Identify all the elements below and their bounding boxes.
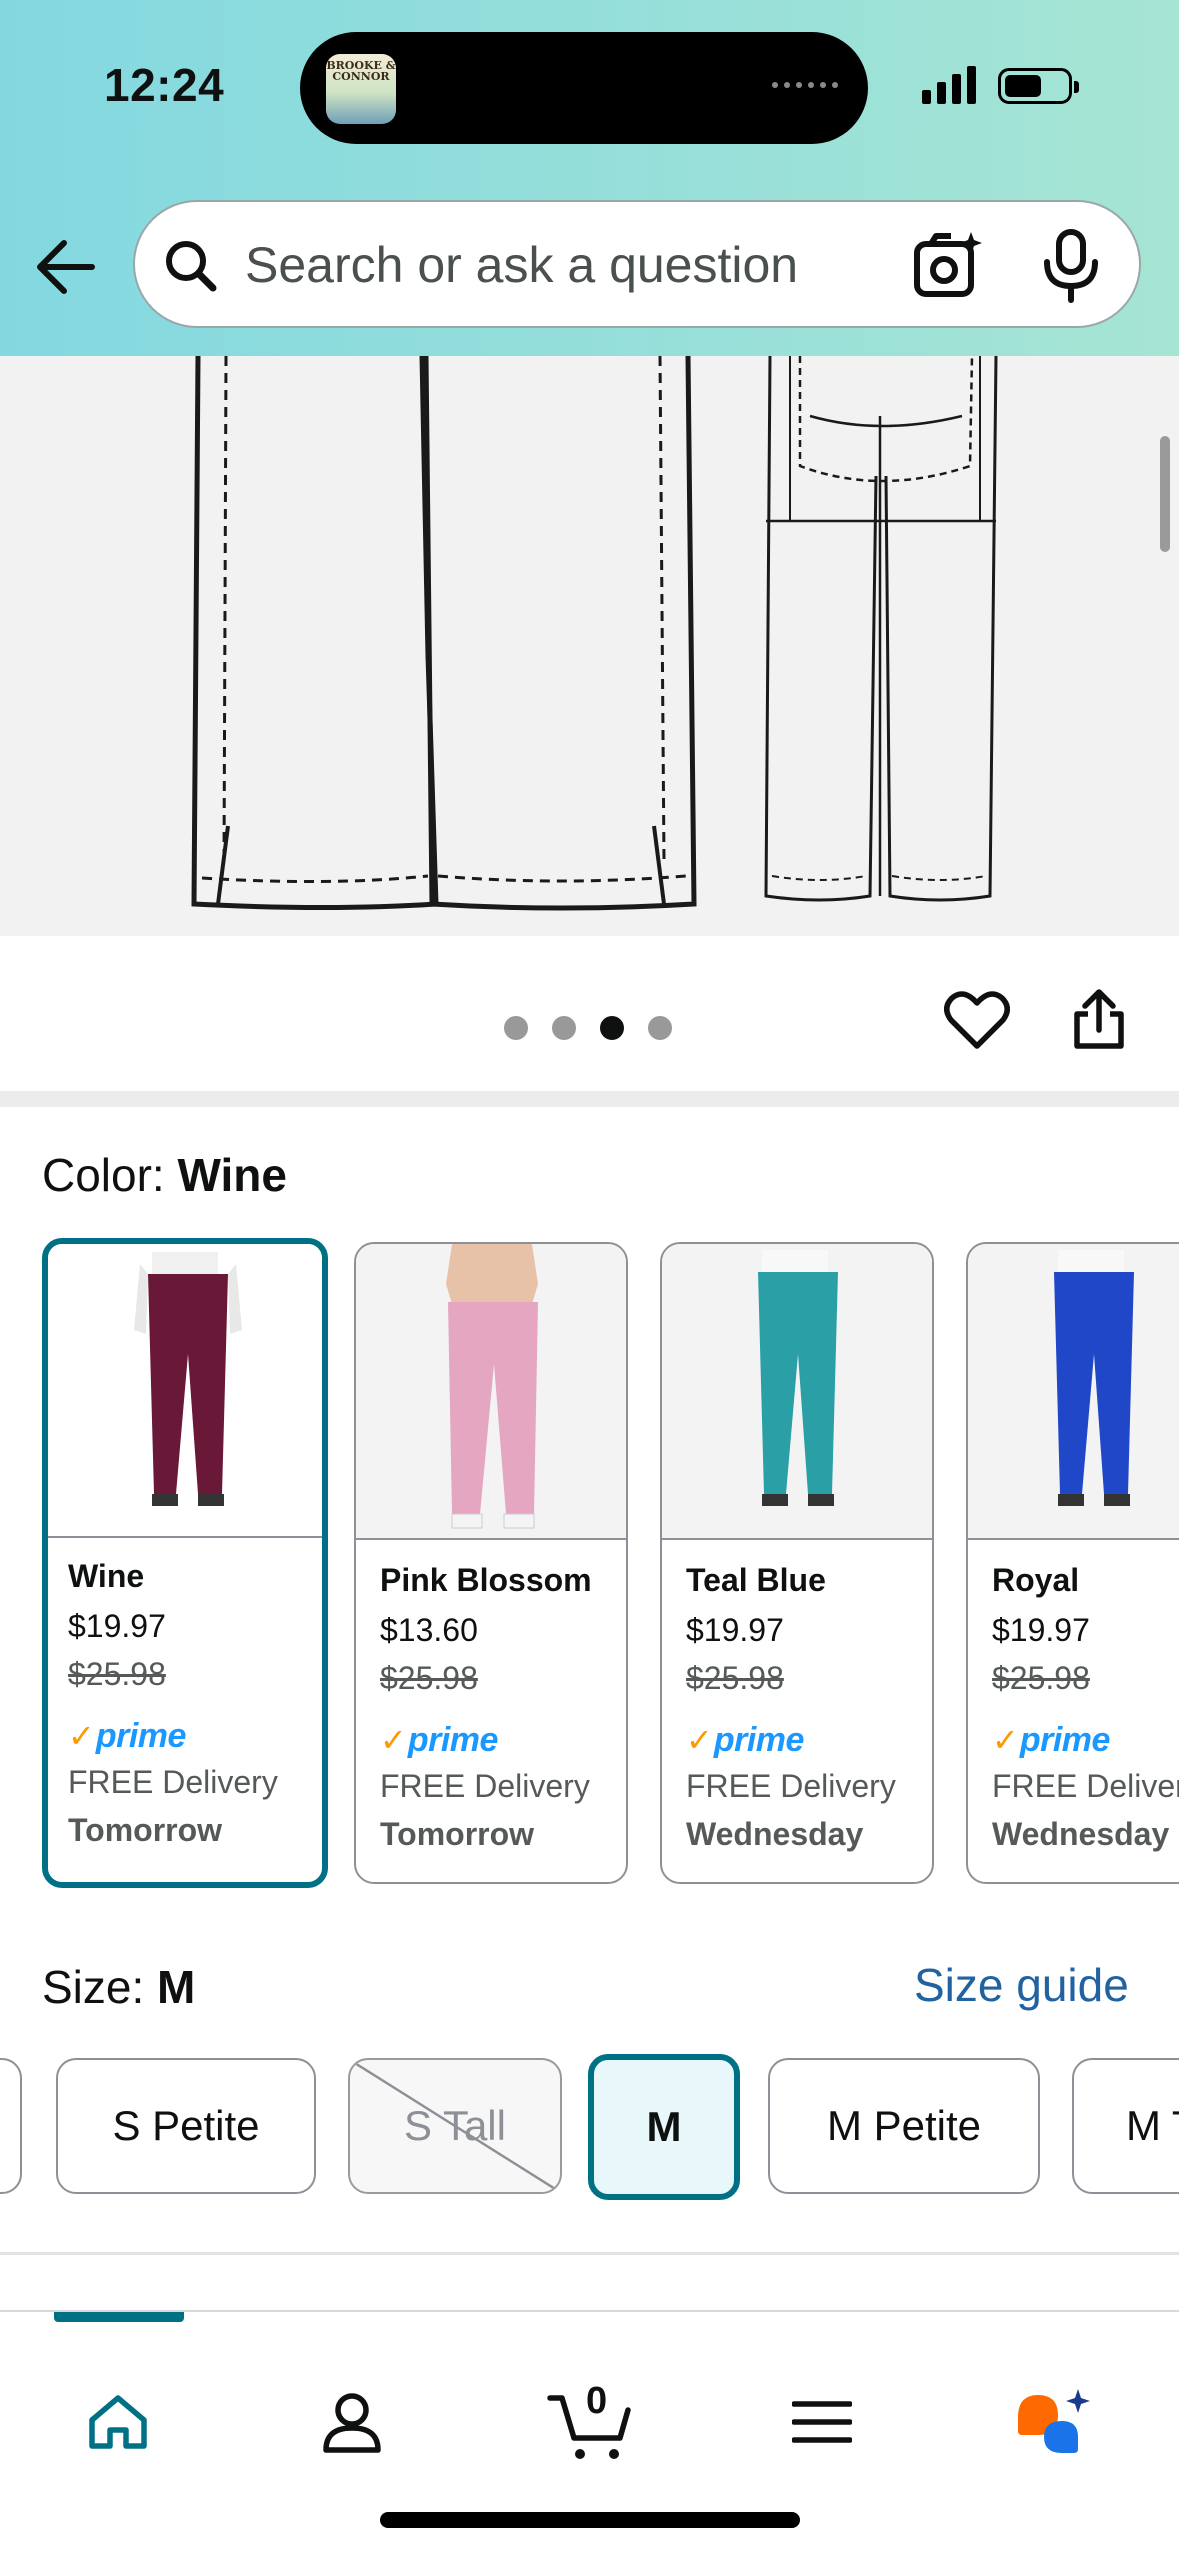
- swatch-price: $19.97: [686, 1612, 784, 1648]
- home-icon[interactable]: [68, 2372, 168, 2472]
- color-swatch-teal-blue[interactable]: Teal Blue $19.97 $25.98 ✓ prime FREE Deli…: [660, 1242, 934, 1884]
- back-arrow-icon[interactable]: [30, 232, 100, 302]
- now-playing-app-icon: BROOKE & CONNOR: [326, 54, 396, 124]
- battery-icon: [998, 68, 1079, 104]
- size-option-previous[interactable]: [0, 2058, 22, 2194]
- model-pants-image: [758, 1250, 838, 1506]
- nav-active-indicator: [54, 2312, 184, 2322]
- color-swatch-pink-blossom[interactable]: Pink Blossom $13.60 $25.98 ✓ prime FREE D…: [354, 1242, 628, 1884]
- swatch-delivery: FREE Delivery: [380, 1768, 590, 1804]
- cart-count: 0: [586, 2380, 608, 2422]
- swatch-price: $19.97: [992, 1612, 1090, 1648]
- swatch-delivery-day: Wednesday: [686, 1816, 864, 1852]
- section-divider: [0, 1091, 1179, 1107]
- island-app-label: BROOKE & CONNOR: [326, 59, 396, 83]
- cellular-signal-icon: [922, 64, 976, 104]
- app-header: 12:24 BROOKE & CONNOR: [0, 0, 1179, 356]
- swatch-list-price: $25.98: [68, 1656, 166, 1692]
- color-swatch-list[interactable]: Wine $19.97 $25.98 ✓ prime FREE Delivery …: [42, 1238, 1179, 1888]
- swatch-image: [356, 1244, 626, 1540]
- swatch-price: $19.97: [68, 1608, 166, 1644]
- size-label: Size:: [42, 1961, 158, 2013]
- swatch-delivery-day: Tomorrow: [68, 1812, 223, 1848]
- home-indicator[interactable]: [380, 2512, 800, 2528]
- swatch-list-price: $25.98: [380, 1660, 478, 1696]
- island-waveform-icon: [772, 82, 838, 88]
- swatch-name: Royal: [992, 1562, 1080, 1598]
- carousel-dot[interactable]: [552, 1016, 576, 1040]
- swatch-name: Teal Blue: [686, 1562, 826, 1598]
- model-pants-image: [134, 1252, 242, 1506]
- swatch-delivery-day: Tomorrow: [380, 1816, 535, 1852]
- swatch-image: [662, 1244, 932, 1540]
- carousel-dot[interactable]: [504, 1016, 528, 1040]
- size-option-s-petite[interactable]: S Petite: [56, 2058, 316, 2194]
- color-label: Color:: [42, 1149, 178, 1201]
- share-icon[interactable]: [1072, 988, 1126, 1055]
- swatch-list-price: $25.98: [992, 1660, 1090, 1696]
- swatch-list-price: $25.98: [686, 1660, 784, 1696]
- color-heading: Color: Wine: [42, 1148, 287, 1202]
- rufus-assistant-icon[interactable]: [1004, 2372, 1104, 2472]
- size-option-m[interactable]: M: [588, 2054, 740, 2200]
- search-input[interactable]: [245, 232, 925, 298]
- prime-badge: ✓ prime: [992, 1720, 1110, 1759]
- page-scrollbar[interactable]: [1160, 436, 1170, 552]
- color-selected-value: Wine: [177, 1149, 287, 1201]
- search-bar[interactable]: [133, 200, 1141, 328]
- dynamic-island[interactable]: BROOKE & CONNOR: [300, 32, 868, 144]
- size-guide-link[interactable]: Size guide: [914, 1958, 1129, 2012]
- microphone-icon[interactable]: [1039, 228, 1103, 304]
- prime-badge: ✓ prime: [380, 1720, 498, 1759]
- search-icon: [159, 234, 223, 298]
- prime-check-icon: ✓: [686, 1722, 713, 1758]
- size-option-m-petite[interactable]: M Petite: [768, 2058, 1040, 2194]
- prime-badge: ✓ prime: [686, 1720, 804, 1759]
- size-option-m-tall[interactable]: M T: [1072, 2058, 1179, 2194]
- account-icon[interactable]: [302, 2372, 402, 2472]
- swatch-name: Pink Blossom: [380, 1562, 592, 1598]
- color-swatch-wine[interactable]: Wine $19.97 $25.98 ✓ prime FREE Delivery …: [42, 1238, 328, 1888]
- heart-icon[interactable]: [944, 990, 1010, 1055]
- image-carousel-controls: [0, 936, 1179, 1091]
- menu-icon[interactable]: [772, 2372, 872, 2472]
- swatch-name: Wine: [68, 1558, 145, 1594]
- carousel-dot[interactable]: [648, 1016, 672, 1040]
- color-swatch-royal[interactable]: Royal $19.97 $25.98 ✓prime FREE Delivery…: [966, 1242, 1179, 1884]
- model-pants-image: [1054, 1250, 1134, 1506]
- size-selected-value: M: [157, 1961, 196, 2013]
- carousel-pagination[interactable]: [504, 1016, 672, 1040]
- swatch-image: [968, 1244, 1179, 1540]
- model-pants-image: [446, 1244, 538, 1529]
- pants-line-drawing: [191, 356, 998, 911]
- section-divider: [0, 2252, 1179, 2255]
- swatch-delivery: FREE Delivery: [68, 1764, 278, 1800]
- status-time: 12:24: [104, 59, 225, 111]
- unavailable-slash-icon: [350, 2060, 560, 2192]
- cart-icon[interactable]: 0: [536, 2372, 646, 2472]
- prime-check-icon: ✓: [992, 1722, 1019, 1758]
- prime-check-icon: ✓: [380, 1722, 407, 1758]
- prime-badge: ✓ prime: [68, 1716, 186, 1755]
- carousel-dot-active[interactable]: [600, 1016, 624, 1040]
- swatch-price: $13.60: [380, 1612, 478, 1648]
- product-image-carousel[interactable]: [0, 356, 1179, 936]
- camera-lens-icon[interactable]: [911, 230, 985, 302]
- size-option-list[interactable]: S Petite S Tall M M Petite M T: [0, 2052, 1179, 2202]
- prime-check-icon: ✓: [68, 1718, 95, 1754]
- size-option-s-tall-unavailable[interactable]: S Tall: [348, 2058, 562, 2194]
- swatch-delivery: FREE Delivery: [686, 1768, 896, 1804]
- swatch-delivery: FREE Delivery: [992, 1768, 1179, 1804]
- swatch-image: [48, 1244, 322, 1538]
- size-heading: Size: M: [42, 1960, 195, 2014]
- swatch-delivery-day: Wednesday: [992, 1816, 1170, 1852]
